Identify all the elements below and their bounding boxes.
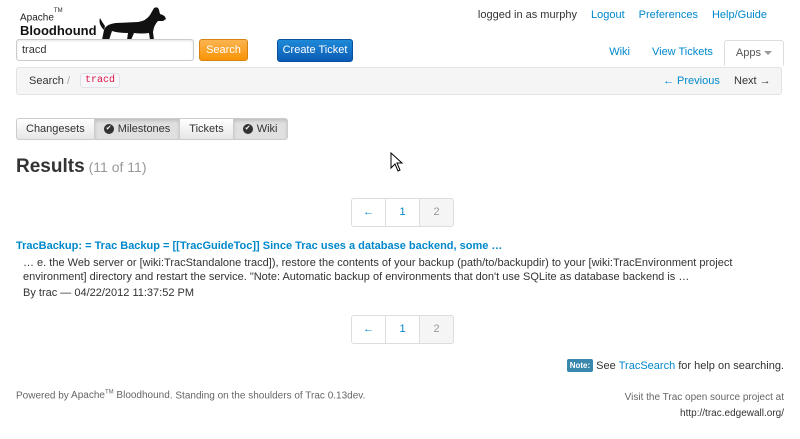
footer-tm: TM: [104, 390, 114, 396]
check-icon: ✔: [103, 124, 114, 134]
note-badge: Note:: [566, 359, 594, 372]
logged-in-as: logged in as murphy: [477, 9, 577, 21]
breadcrumb-separator: /: [67, 75, 71, 87]
next-link[interactable]: Next →: [734, 75, 771, 87]
footer-visit: Visit the Trac open source project at ht…: [625, 390, 784, 422]
footer-bloodhound-text: Bloodhound: [116, 390, 170, 402]
filter-wiki[interactable]: ✔ Wiki: [232, 118, 288, 140]
pagination-bottom: ← 1 2: [351, 315, 454, 344]
preferences-link[interactable]: Preferences: [639, 9, 698, 21]
footer-apache-text: Apache: [71, 390, 105, 402]
logo-apache-text: ApacheTM: [20, 8, 63, 24]
search-result: TracBackup: = Trac Backup = [[TracGuideT…: [16, 240, 786, 299]
tab-view-tickets[interactable]: View Tickets: [641, 40, 724, 66]
result-excerpt: … e. the Web server or [wiki:TracStandal…: [23, 257, 733, 283]
footer-powered-pre: Powered by: [16, 390, 69, 402]
tab-apps-label: Apps: [735, 47, 761, 59]
previous-link[interactable]: ← Previous: [663, 75, 720, 87]
filter-wiki-label: Wiki: [256, 123, 278, 135]
pager-page-1[interactable]: 1: [385, 198, 420, 227]
pager-page-1[interactable]: 1: [385, 315, 420, 344]
pagination-top: ← 1 2: [351, 198, 454, 227]
filter-changesets-label: Changesets: [26, 123, 85, 135]
bloodhound-logo[interactable]: ApacheTM Bloodhound: [18, 6, 166, 42]
dog-logo-icon: [99, 7, 166, 41]
tab-apps[interactable]: Apps: [723, 40, 784, 66]
breadcrumb: Search / tracd ← Previous Next →: [16, 67, 782, 95]
filter-changesets[interactable]: Changesets: [16, 118, 95, 140]
pager-page-2-current: 2: [419, 315, 454, 344]
realm-filters: Changesets ✔ Milestones Tickets ✔ Wiki: [16, 118, 288, 140]
search-button[interactable]: Search: [199, 39, 248, 61]
search-input[interactable]: [16, 39, 194, 61]
tab-wiki[interactable]: Wiki: [598, 40, 641, 66]
logout-link[interactable]: Logout: [591, 9, 625, 21]
results-heading: Results (11 of 11): [16, 156, 147, 178]
tracsearch-link[interactable]: TracSearch: [619, 360, 675, 372]
footer-trac-url-link[interactable]: http://trac.edgewall.org/: [680, 408, 784, 419]
filter-milestones-label: Milestones: [117, 123, 171, 135]
help-post: for help on searching.: [678, 359, 784, 372]
results-count: (11 of 11): [88, 159, 147, 175]
filter-milestones[interactable]: ✔ Milestones: [93, 118, 181, 140]
create-ticket-button[interactable]: Create Ticket: [277, 39, 353, 62]
pager-prev-button[interactable]: ←: [351, 198, 386, 227]
mouse-cursor-icon: [390, 152, 404, 172]
result-title-link[interactable]: TracBackup: = Trac Backup = [[TracGuideT…: [16, 240, 786, 252]
check-icon: ✔: [242, 124, 253, 134]
help-pre: See: [596, 359, 616, 372]
help-guide-link[interactable]: Help/Guide: [712, 9, 767, 21]
footer-trac-link[interactable]: Trac 0.13dev: [305, 390, 362, 401]
pager-page-2-current: 2: [419, 198, 454, 227]
pager-prev-button[interactable]: ←: [351, 315, 386, 344]
logo-bloodhound-text: Bloodhound: [20, 23, 97, 38]
main-tabs: Wiki View Tickets Apps: [598, 40, 784, 66]
footer-dot: .: [362, 390, 366, 402]
footer-powered-by: Powered by ApacheTM Bloodhound. Standing…: [16, 390, 365, 401]
search-help-note: Note: See TracSearch for help on searchi…: [566, 359, 784, 372]
top-navigation: logged in as murphy Logout Preferences H…: [478, 9, 767, 21]
filter-tickets-label: Tickets: [189, 123, 224, 135]
caret-down-icon: [764, 51, 772, 56]
footer-apache-link[interactable]: ApacheTM Bloodhound: [71, 390, 170, 401]
footer-shoulders: . Standing on the shoulders of: [169, 390, 303, 402]
breadcrumb-search[interactable]: Search: [29, 75, 64, 87]
results-title: Results: [16, 156, 85, 177]
filter-tickets[interactable]: Tickets: [179, 118, 234, 140]
footer-visit-text: Visit the Trac open source project at: [624, 392, 784, 403]
breadcrumb-query: tracd: [80, 73, 121, 88]
result-meta: By trac — 04/22/2012 11:37:52 PM: [23, 287, 195, 299]
